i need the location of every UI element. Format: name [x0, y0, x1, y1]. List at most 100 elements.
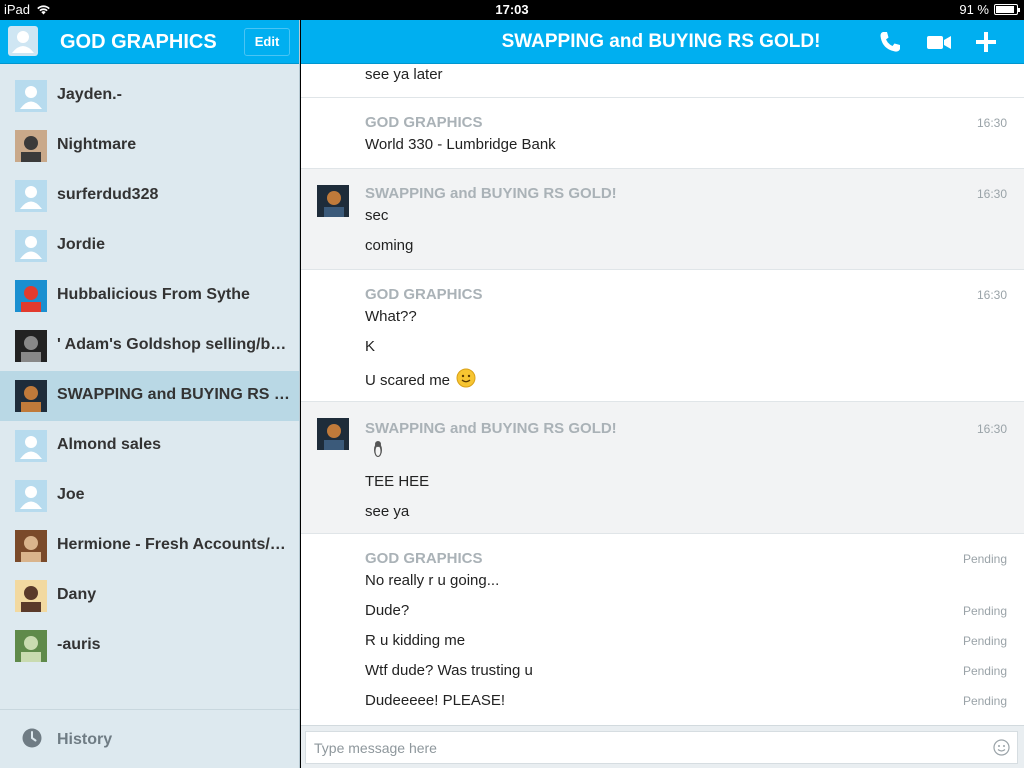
message-text: sec	[365, 207, 388, 224]
message-sender: GOD GRAPHICS	[365, 550, 483, 567]
default-avatar-icon	[15, 230, 47, 262]
message-text: TEE HEE	[365, 473, 429, 490]
contact-name: Jordie	[57, 236, 106, 253]
contact-item[interactable]: -auris	[0, 621, 299, 671]
message-sender: GOD GRAPHICS	[365, 114, 483, 131]
chat-title[interactable]: SWAPPING and BUYING RS GOLD!	[301, 31, 1021, 53]
smiley-emoticon	[456, 368, 476, 392]
contact-name: Hubbalicious From Sythe	[57, 286, 250, 303]
contact-item[interactable]: Almond sales	[0, 421, 299, 471]
contact-name: surferdud328	[57, 186, 159, 203]
contact-avatar	[15, 330, 47, 362]
emoticon-button[interactable]	[993, 739, 1010, 756]
video-call-icon[interactable]	[925, 29, 953, 55]
contact-item[interactable]: Joe	[0, 471, 299, 521]
contact-list: Trustful BetJayden.-Nightmaresurferdud32…	[0, 30, 299, 671]
contact-name: Dany	[57, 586, 97, 603]
message-text: R u kidding me	[365, 632, 465, 649]
battery-percentage: 91 %	[959, 2, 989, 17]
message-group: GOD GRAPHICS 16:30 What?? K U scared me	[301, 270, 1024, 402]
message-group: SWAPPING and BUYING RS GOLD! 16:30 sec comi…	[301, 169, 1024, 270]
history-label: History	[57, 731, 113, 748]
contact-item[interactable]: ' Adam's Goldshop selling/buying	[0, 321, 299, 371]
message-text-content: Dude?	[365, 602, 410, 619]
chat-header: SWAPPING and BUYING RS GOLD!	[301, 20, 1024, 64]
my-avatar[interactable]	[8, 26, 38, 56]
message-text-content: sec	[365, 207, 389, 224]
contact-avatar	[15, 280, 47, 312]
message-text-content: see ya	[365, 503, 410, 520]
profile-name[interactable]: GOD GRAPHICS	[60, 31, 217, 54]
contact-name: Almond sales	[57, 436, 162, 453]
message-sender: SWAPPING and BUYING RS GOLD!	[365, 185, 617, 202]
contact-avatar	[15, 630, 47, 662]
message-timestamp: Pending	[962, 552, 1007, 566]
contact-name: Hermione - Fresh Accounts/Gold	[57, 536, 292, 553]
message-text: see ya later	[365, 66, 443, 83]
message-timestamp: 16:30	[976, 288, 1007, 302]
message-text: No really r u going...	[365, 572, 499, 589]
message-text: World 330 - Lumbridge Bank	[365, 136, 556, 153]
message-text-content: see ya later	[365, 66, 443, 83]
call-icon[interactable]	[877, 29, 903, 55]
contact-name: Nightmare	[57, 136, 137, 153]
message-text-content: coming	[365, 237, 414, 254]
contact-item[interactable]: Hubbalicious From Sythe	[0, 271, 299, 321]
contact-item[interactable]: SWAPPING and BUYING RS GOLD!	[0, 371, 299, 421]
history-button[interactable]: History	[0, 709, 299, 768]
sidebar-header: GOD GRAPHICS Edit	[0, 20, 299, 64]
message-text: see ya	[365, 503, 409, 520]
status-bar: iPad 17:03 91 %	[0, 0, 1024, 20]
message-group: SWAPPING and BUYING RS GOLD! 16:30 TEE HEE…	[301, 402, 1024, 534]
default-avatar-icon	[15, 80, 47, 112]
contact-name: SWAPPING and BUYING RS GOLD!	[57, 386, 292, 403]
clock-icon	[22, 728, 42, 748]
message-text: Wtf dude? Was trusting u	[365, 662, 533, 679]
contact-item[interactable]: surferdud328	[0, 171, 299, 221]
message-sender: SWAPPING and BUYING RS GOLD!	[365, 420, 617, 437]
edit-button[interactable]: Edit	[244, 28, 290, 56]
default-avatar-icon	[15, 430, 47, 462]
contact-item[interactable]: Hermione - Fresh Accounts/Gold	[0, 521, 299, 571]
contact-item[interactable]: Nightmare	[0, 121, 299, 171]
contact-item[interactable]: Jayden.-	[0, 71, 299, 121]
contact-item[interactable]: Jordie	[0, 221, 299, 271]
message-text	[365, 440, 385, 462]
message-text-content: World 330 - Lumbridge Bank	[365, 136, 556, 153]
message-text: K	[365, 338, 375, 355]
contact-avatar	[15, 580, 47, 612]
message-text: U scared me	[365, 368, 476, 392]
message-text-content: K	[365, 338, 376, 355]
battery-icon	[994, 4, 1020, 15]
message-status: Pending	[962, 664, 1007, 678]
status-time: 17:03	[495, 2, 529, 17]
message-input[interactable]	[305, 731, 1018, 764]
composer	[301, 725, 1024, 768]
message-text-content: No really r u going...	[365, 572, 500, 589]
message-text-content: U scared me	[365, 371, 451, 389]
penguin-emoticon	[371, 440, 385, 462]
message-text: Dudeeeee! PLEASE!	[365, 692, 505, 709]
contact-avatar	[15, 130, 47, 162]
contact-avatar	[15, 530, 47, 562]
message-sender: GOD GRAPHICS	[365, 286, 483, 303]
sender-avatar[interactable]	[317, 418, 349, 450]
sender-avatar[interactable]	[317, 185, 349, 217]
message-text-content: R u kidding me	[365, 632, 466, 649]
message-text-content: Wtf dude? Was trusting u	[365, 662, 533, 679]
contact-name: Joe	[57, 486, 85, 503]
message-list[interactable]: see ya later GOD GRAPHICS 16:30 World 330 -…	[301, 64, 1024, 725]
message-text-content: What??	[365, 308, 417, 325]
default-avatar-icon	[15, 180, 47, 212]
add-icon[interactable]	[973, 29, 999, 55]
message-group: GOD GRAPHICS 16:30 World 330 - Lumbridge B…	[301, 98, 1024, 169]
contact-avatar	[15, 380, 47, 412]
message-text: Dude?	[365, 602, 409, 619]
contact-item[interactable]: Dany	[0, 571, 299, 621]
message-timestamp: 16:30	[976, 116, 1007, 130]
message-status: Pending	[962, 604, 1007, 618]
sidebar: Trustful BetJayden.-Nightmaresurferdud32…	[0, 20, 300, 768]
default-avatar-icon	[15, 480, 47, 512]
message-text: coming	[365, 237, 413, 254]
message-timestamp: 16:30	[976, 187, 1007, 201]
